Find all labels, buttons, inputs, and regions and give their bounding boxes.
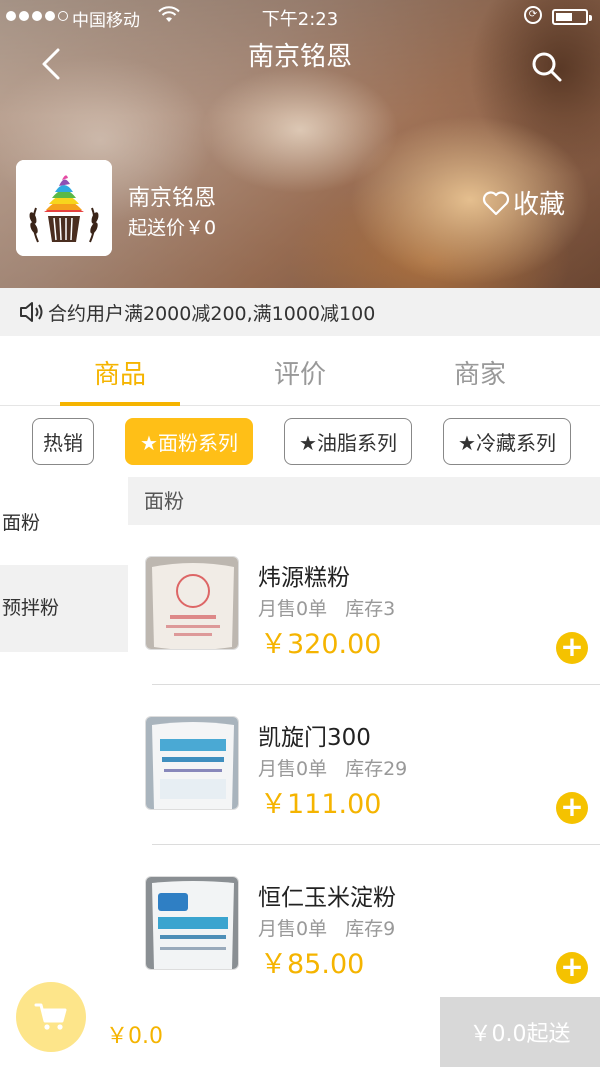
product-item[interactable]: 恒仁玉米淀粉 月售0单 库存9 ￥85.00 +: [128, 856, 600, 1016]
product-price: ￥85.00: [260, 949, 365, 980]
shop-name: 南京铭恩: [128, 186, 217, 211]
add-to-cart-button[interactable]: +: [556, 792, 588, 824]
search-icon[interactable]: [530, 50, 564, 84]
product-image: [145, 876, 239, 970]
battery-icon: [552, 9, 592, 25]
product-name: 凯旋门300: [258, 725, 371, 751]
product-item[interactable]: 凯旋门300 月售0单 库存29 ￥111.00 +: [128, 696, 600, 856]
divider: [152, 684, 600, 685]
tab-reviews[interactable]: 评价: [240, 354, 360, 391]
product-meta: 月售0单 库存9: [258, 914, 395, 941]
heart-icon: [482, 190, 510, 215]
divider: [152, 844, 600, 845]
stock-count: 库存29: [345, 758, 408, 780]
status-bar: 中国移动 下午2:23 ⟳: [0, 0, 600, 34]
tab-merchant[interactable]: 商家: [420, 354, 540, 391]
filter-chilled-series[interactable]: ★冷藏系列: [443, 418, 571, 465]
navigation-bar: 南京铭恩: [0, 34, 600, 88]
add-to-cart-button[interactable]: +: [556, 632, 588, 664]
product-image: [145, 556, 239, 650]
product-image: [145, 716, 239, 810]
rotation-lock-icon: ⟳: [524, 6, 542, 24]
filter-chips: 热销 ★面粉系列 ★油脂系列 ★冷藏系列: [0, 406, 600, 476]
page-title: 南京铭恩: [247, 42, 352, 72]
tab-products[interactable]: 商品: [60, 354, 180, 391]
category-premix[interactable]: 预拌粉: [0, 565, 128, 652]
product-name: 恒仁玉米淀粉: [258, 885, 396, 911]
product-item[interactable]: 炜源糕粉 月售0单 库存3 ￥320.00 +: [128, 536, 600, 696]
notice-text: 合约用户满2000减200,满1000减100: [48, 302, 376, 325]
product-price: ￥111.00: [260, 789, 382, 820]
tab-bar: 商品 评价 商家: [0, 336, 600, 406]
product-name: 炜源糕粉: [258, 565, 350, 591]
category-flour[interactable]: 面粉: [0, 508, 128, 538]
product-meta: 月售0单 库存29: [258, 754, 407, 781]
promotion-notice: 合约用户满2000减200,满1000减100: [0, 288, 600, 336]
min-order-price: 起送价￥0: [128, 217, 217, 239]
stock-count: 库存3: [345, 598, 396, 620]
filter-oil-series[interactable]: ★油脂系列: [284, 418, 412, 465]
product-price: ￥320.00: [260, 629, 382, 660]
cart-button[interactable]: [16, 982, 86, 1052]
speaker-icon: [20, 302, 43, 322]
checkout-button[interactable]: ￥0.0起送: [440, 997, 600, 1067]
monthly-sales: 月售0单: [258, 918, 328, 940]
monthly-sales: 月售0单: [258, 758, 328, 780]
cart-total: ￥0.0: [106, 1024, 163, 1049]
monthly-sales: 月售0单: [258, 598, 328, 620]
cupcake-logo-icon: [16, 160, 112, 256]
favorite-label: 收藏: [513, 190, 566, 220]
filter-hot-sales[interactable]: 热销: [32, 418, 94, 465]
stock-count: 库存9: [345, 918, 396, 940]
favorite-button[interactable]: 收藏: [482, 184, 565, 221]
product-meta: 月售0单 库存3: [258, 594, 395, 621]
section-header: 面粉: [128, 477, 600, 525]
filter-flour-series[interactable]: ★面粉系列: [125, 418, 253, 465]
status-time: 下午2:23: [261, 9, 339, 30]
shopping-cart-icon: [34, 1003, 67, 1030]
shop-logo: [16, 160, 112, 256]
add-to-cart-button[interactable]: +: [556, 952, 588, 984]
